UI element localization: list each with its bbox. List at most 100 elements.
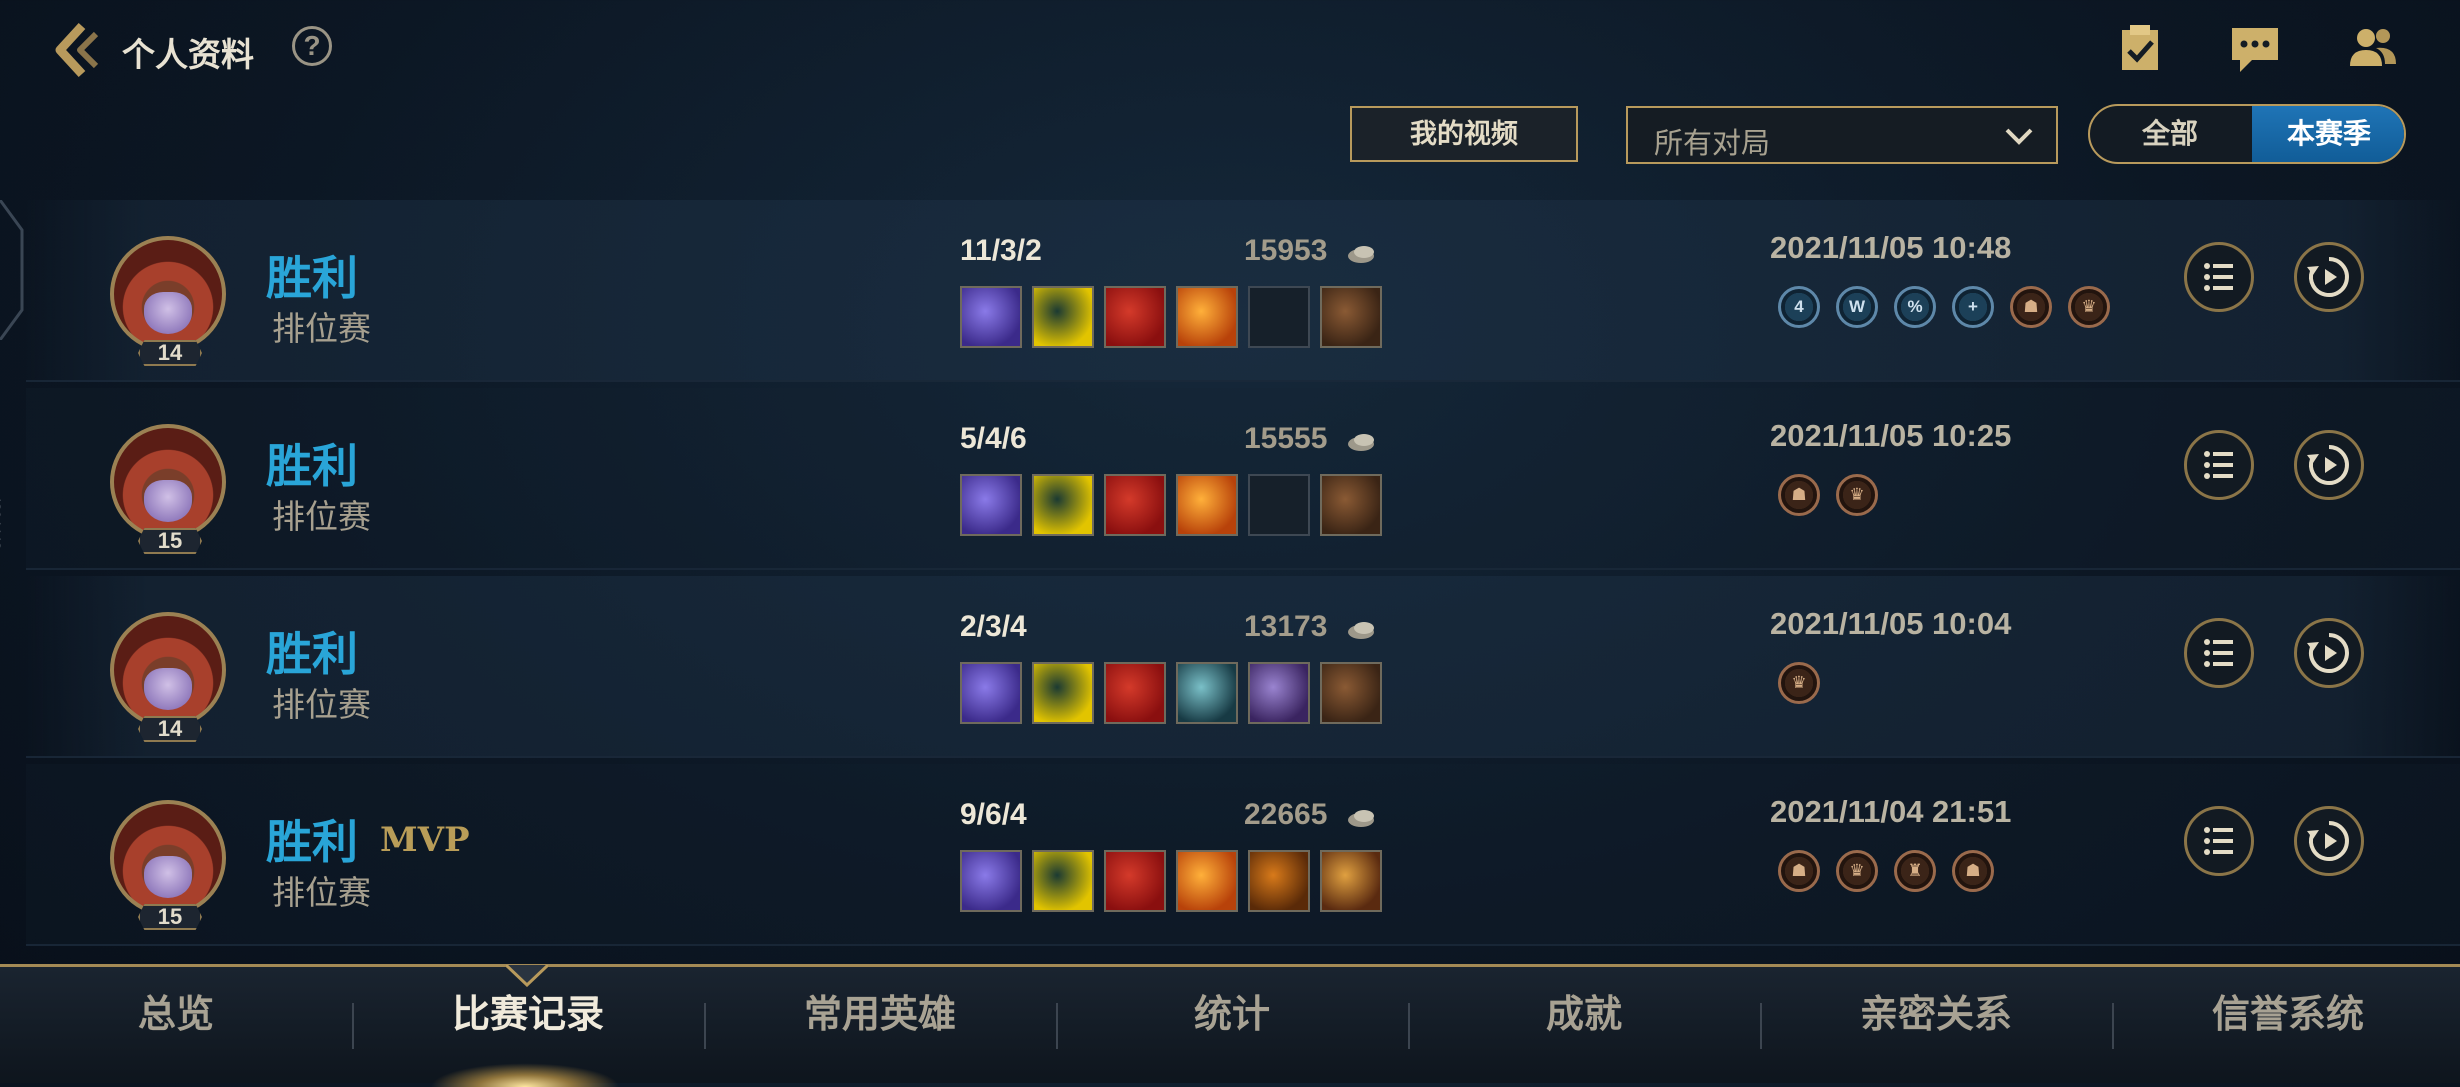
mvp-label: MVP <box>380 820 470 860</box>
empty-item-slot <box>1248 474 1310 536</box>
ability-crystal-item-icon <box>960 286 1022 348</box>
achievement-badge-icon: 4 <box>1778 286 1820 328</box>
kda-score: 5/4/6 <box>960 422 1027 455</box>
help-icon[interactable]: ? <box>292 26 332 66</box>
achievement-badge-icon: W <box>1836 286 1878 328</box>
boots-item-icon <box>1320 286 1382 348</box>
gold-earned: 15555 <box>1244 422 1328 455</box>
match-result: 胜利 <box>266 440 358 492</box>
badge-glyph: ♛ <box>1849 485 1865 504</box>
sun-flare-item-icon <box>1176 474 1238 536</box>
row-background <box>26 576 2460 758</box>
tab-divider <box>704 1003 706 1049</box>
tab-5[interactable]: 成就 <box>1408 967 1760 1083</box>
match-row[interactable]: 15 胜利 排位赛 5/4/6 15555 2021/11/05 10:25 ☗… <box>26 388 2460 570</box>
list-icon <box>2204 451 2233 479</box>
match-row[interactable]: 14 胜利 排位赛 11/3/2 15953 2021/11/05 10:48 … <box>26 200 2460 382</box>
achievement-badge-icon: ♛ <box>1836 850 1878 892</box>
achievement-badge-icon: ♛ <box>1836 474 1878 516</box>
badge-glyph: % <box>1907 297 1923 316</box>
blood-blade-item-icon <box>1104 286 1166 348</box>
match-mode: 排位赛 <box>272 874 371 911</box>
match-mode: 排位赛 <box>272 686 371 723</box>
match-mode: 排位赛 <box>272 498 371 535</box>
blood-blade-item-icon <box>1104 662 1166 724</box>
side-id-text: 4304448 <box>0 495 4 550</box>
replay-icon <box>2307 821 2349 861</box>
ability-crystal-item-icon <box>960 850 1022 912</box>
kda-score: 9/6/4 <box>960 798 1027 831</box>
match-result: 胜利 <box>266 628 358 680</box>
empty-item-slot <box>1248 286 1310 348</box>
tab-2[interactable]: 比赛记录 <box>352 967 704 1083</box>
achievement-badge-icon: + <box>1952 286 1994 328</box>
badge-glyph: ☗ <box>1791 485 1807 504</box>
match-row[interactable]: 14 胜利 排位赛 2/3/4 13173 2021/11/05 10:04 ♛ <box>26 576 2460 758</box>
triangle-shield-item-icon <box>1032 286 1094 348</box>
match-details-button[interactable] <box>2184 806 2254 876</box>
tab-4[interactable]: 统计 <box>1056 967 1408 1083</box>
achievement-badge-icon: % <box>1894 286 1936 328</box>
match-details-button[interactable] <box>2184 430 2254 500</box>
ability-crystal-item-icon <box>960 662 1022 724</box>
tab-6[interactable]: 亲密关系 <box>1760 967 2112 1083</box>
side-frame-decoration <box>0 200 24 340</box>
tab-1[interactable]: 总览 <box>0 967 352 1083</box>
match-type-dropdown[interactable]: 所有对局 <box>1626 106 2058 164</box>
season-toggle[interactable]: 全部 本赛季 <box>2088 104 2406 164</box>
badge-glyph: ☗ <box>1965 861 1981 880</box>
tab-3[interactable]: 常用英雄 <box>704 967 1056 1083</box>
badge-glyph: ☗ <box>2023 297 2039 316</box>
match-datetime: 2021/11/05 10:48 <box>1770 230 2012 265</box>
list-icon <box>2204 639 2233 667</box>
bottom-tab-bar: 总览 比赛记录 常用英雄 统计 成就 亲密关系 信誉系统 <box>0 964 2460 1087</box>
row-background <box>26 388 2460 570</box>
gold-earned: 13173 <box>1244 610 1328 643</box>
replay-button[interactable] <box>2294 242 2364 312</box>
friends-icon[interactable] <box>2346 22 2400 76</box>
match-datetime: 2021/11/05 10:25 <box>1770 418 2012 453</box>
toggle-all[interactable]: 全部 <box>2090 106 2250 162</box>
replay-button[interactable] <box>2294 618 2364 688</box>
boots-item-icon <box>1320 474 1382 536</box>
back-arrow-icon[interactable] <box>48 20 108 80</box>
ice-sword-item-icon <box>1176 662 1238 724</box>
achievement-badge-icon: ☗ <box>2010 286 2052 328</box>
badge-glyph: ♛ <box>2081 297 2097 316</box>
page-title: 个人资料 <box>122 36 254 73</box>
chat-icon[interactable] <box>2228 22 2282 76</box>
badge-glyph: 4 <box>1794 297 1804 316</box>
clipboard-check-icon[interactable] <box>2114 22 2168 76</box>
match-details-button[interactable] <box>2184 242 2254 312</box>
tab-divider <box>1760 1003 1762 1049</box>
toggle-current-season[interactable]: 本赛季 <box>2252 106 2404 162</box>
ability-crystal-item-icon <box>960 474 1022 536</box>
chevron-down-icon <box>2005 128 2033 145</box>
badge-glyph: ♜ <box>1907 861 1923 880</box>
replay-icon <box>2307 633 2349 673</box>
my-videos-button[interactable]: 我的视频 <box>1350 106 1578 162</box>
sun-flare-item-icon <box>1176 850 1238 912</box>
shadow-cloak-item-icon <box>1248 662 1310 724</box>
champion-avatar <box>110 612 226 728</box>
kda-score: 11/3/2 <box>960 234 1042 267</box>
badge-glyph: ♛ <box>1791 673 1807 692</box>
replay-button[interactable] <box>2294 806 2364 876</box>
replay-button[interactable] <box>2294 430 2364 500</box>
achievement-badge-icon: ☗ <box>1778 850 1820 892</box>
tab-7[interactable]: 信誉系统 <box>2112 967 2460 1083</box>
list-icon <box>2204 827 2233 855</box>
triangle-shield-item-icon <box>1032 662 1094 724</box>
champion-avatar <box>110 800 226 916</box>
champion-avatar <box>110 236 226 352</box>
dropdown-value: 所有对局 <box>1654 128 1771 160</box>
achievement-badge-icon: ☗ <box>1778 474 1820 516</box>
kda-score: 2/3/4 <box>960 610 1027 643</box>
match-details-button[interactable] <box>2184 618 2254 688</box>
replay-icon <box>2307 445 2349 485</box>
achievement-badge-icon: ☗ <box>1952 850 1994 892</box>
match-row[interactable]: 15 胜利 MVP 排位赛 9/6/4 22665 2021/11/04 21:… <box>26 764 2460 946</box>
badge-glyph: + <box>1968 297 1978 316</box>
tab-divider <box>352 1003 354 1049</box>
champion-level-badge: 15 <box>138 904 202 930</box>
